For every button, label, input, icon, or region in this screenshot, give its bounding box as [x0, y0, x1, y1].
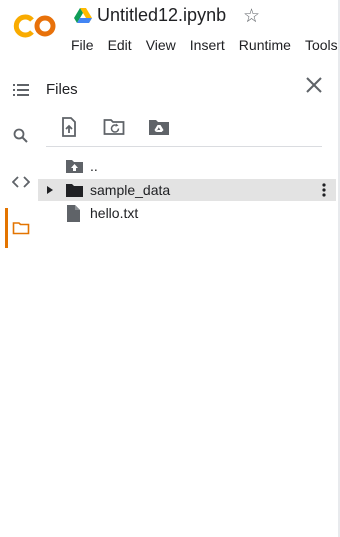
code-icon[interactable]	[12, 173, 30, 191]
menu-runtime[interactable]: Runtime	[239, 37, 291, 53]
parent-folder-label: ..	[90, 158, 98, 174]
folder-icon	[66, 184, 83, 197]
search-icon[interactable]	[12, 127, 30, 145]
panel-divider	[46, 146, 322, 147]
refresh-folder-icon[interactable]	[103, 116, 125, 138]
colab-logo[interactable]	[12, 12, 58, 40]
menu-file[interactable]: File	[71, 37, 94, 53]
folder-row-sample-data[interactable]: sample_data	[38, 179, 336, 201]
file-icon	[67, 205, 80, 222]
menu-insert[interactable]: Insert	[190, 37, 225, 53]
menu-edit[interactable]: Edit	[108, 37, 132, 53]
caret-right-icon[interactable]	[47, 186, 53, 194]
folder-icon[interactable]	[12, 219, 30, 237]
menu-tools[interactable]: Tools	[305, 37, 338, 53]
parent-folder-icon	[66, 160, 83, 173]
parent-folder-row[interactable]: ..	[38, 155, 336, 177]
notebook-title[interactable]: Untitled12.ipynb	[97, 5, 226, 26]
folder-label: sample_data	[90, 182, 171, 198]
file-label: hello.txt	[90, 205, 139, 221]
google-drive-icon	[74, 8, 92, 23]
panel-title: Files	[46, 81, 78, 98]
menu-view[interactable]: View	[146, 37, 176, 53]
list-icon[interactable]	[12, 81, 30, 99]
mount-drive-icon[interactable]	[148, 116, 170, 138]
more-vert-icon[interactable]	[322, 183, 326, 197]
file-row-hello-txt[interactable]: hello.txt	[38, 202, 336, 224]
close-icon[interactable]	[306, 77, 322, 93]
sidebar-active-indicator	[5, 208, 8, 248]
upload-file-icon[interactable]	[58, 116, 80, 138]
menu-bar: File Edit View Insert Runtime Tools	[71, 37, 338, 53]
star-icon[interactable]: ☆	[243, 7, 260, 26]
